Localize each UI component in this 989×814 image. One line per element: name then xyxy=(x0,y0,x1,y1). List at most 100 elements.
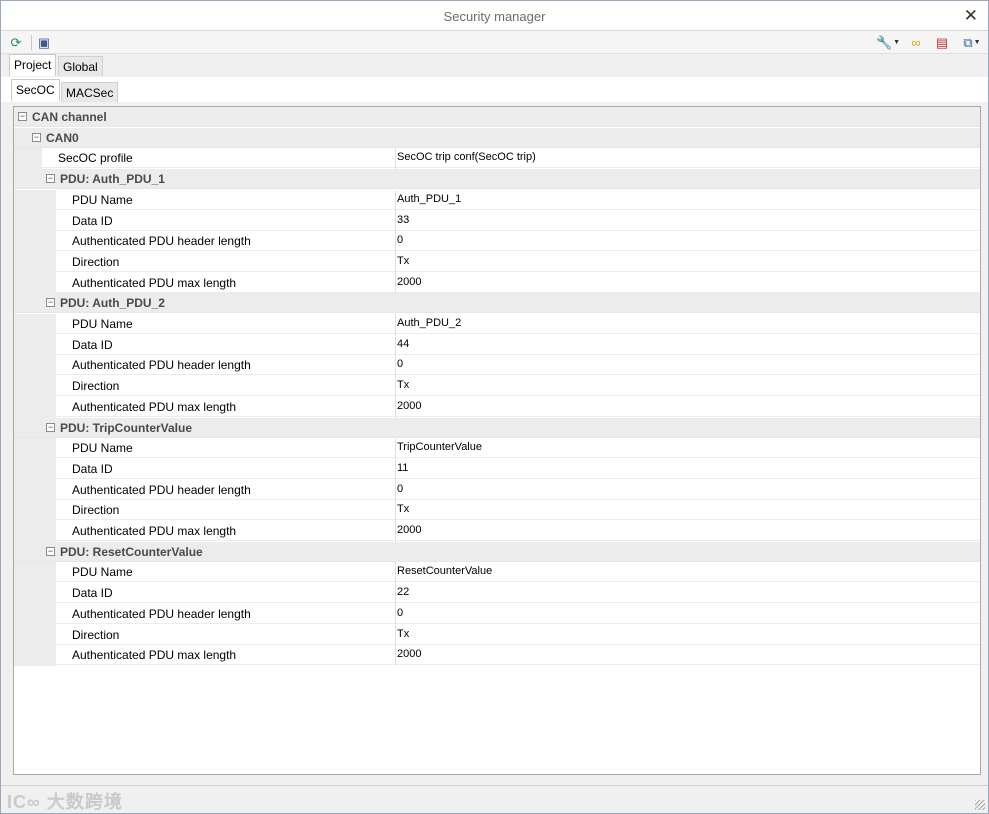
property-row[interactable]: Authenticated PDU header length 0 xyxy=(14,231,980,253)
property-row[interactable]: PDU Name ResetCounterValue xyxy=(14,562,980,584)
property-value[interactable]: Tx xyxy=(397,628,409,640)
property-row[interactable]: Data ID 22 xyxy=(14,583,980,605)
property-value[interactable]: Auth_PDU_2 xyxy=(397,317,461,329)
property-row[interactable]: Authenticated PDU max length 2000 xyxy=(14,521,980,542)
tree-node-can-channel: − CAN channel xyxy=(14,107,980,127)
property-row[interactable]: PDU Name Auth_PDU_1 xyxy=(14,189,980,211)
tree-node-pdu-label: PDU: ResetCounterValue xyxy=(60,544,203,559)
property-value[interactable]: 2000 xyxy=(397,400,421,412)
property-value[interactable]: 0 xyxy=(397,607,403,619)
property-value[interactable]: Tx xyxy=(397,379,409,391)
property-value[interactable]: 2000 xyxy=(397,648,421,660)
property-value[interactable]: 2000 xyxy=(397,524,421,536)
tree-node-can0-label: CAN0 xyxy=(46,130,79,145)
collapse-toggle-icon[interactable]: − xyxy=(46,174,55,184)
property-name: Data ID xyxy=(72,213,113,228)
column-divider xyxy=(395,148,396,170)
property-row[interactable]: Direction Tx xyxy=(14,251,980,273)
property-name: Direction xyxy=(72,379,120,394)
column-divider xyxy=(395,458,396,480)
window-title: Security manager xyxy=(443,9,546,24)
column-divider xyxy=(395,603,396,625)
select-icon[interactable]: ▣ xyxy=(35,34,53,51)
property-value[interactable]: 0 xyxy=(397,234,403,246)
tab-project[interactable]: Project xyxy=(9,54,57,76)
property-row[interactable]: Authenticated PDU header length 0 xyxy=(14,355,980,377)
tab-macsec[interactable]: MACSec xyxy=(61,82,119,102)
indent-gutter xyxy=(14,314,56,335)
property-row[interactable]: Authenticated PDU header length 0 xyxy=(14,603,980,625)
property-value[interactable]: Tx xyxy=(397,255,409,267)
property-row[interactable]: Data ID 33 xyxy=(14,210,980,232)
indent-gutter xyxy=(14,376,56,398)
property-row[interactable]: Data ID 11 xyxy=(14,458,980,480)
property-name: Authenticated PDU header length xyxy=(72,358,251,373)
collapse-toggle-icon[interactable]: − xyxy=(32,132,41,142)
property-row[interactable]: Authenticated PDU max length 2000 xyxy=(14,396,980,418)
column-divider xyxy=(395,438,396,460)
refresh-icon[interactable]: ⟳ xyxy=(7,34,25,51)
top-tab-strip: Project Global xyxy=(1,54,988,76)
close-icon[interactable]: ✕ xyxy=(964,6,978,26)
property-value[interactable]: 22 xyxy=(397,586,409,598)
tab-global[interactable]: Global xyxy=(58,56,103,76)
indent-gutter xyxy=(14,562,56,584)
column-divider xyxy=(395,500,396,522)
tab-secoc[interactable]: SecOC xyxy=(11,79,60,101)
chevron-down-icon: ▼ xyxy=(893,39,901,46)
property-value[interactable]: 33 xyxy=(397,214,409,226)
property-value[interactable]: Auth_PDU_1 xyxy=(397,193,461,205)
tree-node-can-channel-label: CAN channel xyxy=(32,110,107,124)
resize-grip-icon[interactable] xyxy=(975,800,985,810)
tree-node-can0: − CAN0 xyxy=(14,127,980,148)
property-row[interactable]: Authenticated PDU max length 2000 xyxy=(14,645,980,667)
property-row[interactable]: Authenticated PDU max length 2000 xyxy=(14,272,980,294)
delete-icon[interactable]: ▤ xyxy=(933,34,951,51)
property-value[interactable]: 2000 xyxy=(397,276,421,288)
indent-gutter xyxy=(14,603,56,625)
property-row[interactable]: Direction Tx xyxy=(14,624,980,646)
property-row[interactable]: Authenticated PDU header length 0 xyxy=(14,479,980,501)
property-name: PDU Name xyxy=(72,192,133,207)
property-value[interactable]: 11 xyxy=(397,462,408,474)
collapse-toggle-icon[interactable]: − xyxy=(46,422,55,432)
property-row[interactable]: Data ID 44 xyxy=(14,334,980,356)
property-name: Direction xyxy=(72,627,120,642)
collapse-toggle-icon[interactable]: − xyxy=(46,298,55,308)
column-divider xyxy=(395,376,396,398)
column-divider xyxy=(395,624,396,646)
toolbar: ⟳ ▣ 🔧 ▼ ∞ ▤ ⧉ ▼ xyxy=(1,31,988,54)
link-icon[interactable]: ∞ xyxy=(907,34,925,51)
indent-gutter xyxy=(14,583,56,605)
property-value[interactable]: ResetCounterValue xyxy=(397,565,492,577)
indent-gutter xyxy=(14,210,56,232)
property-row[interactable]: PDU Name Auth_PDU_2 xyxy=(14,314,980,335)
wrench-icon[interactable]: 🔧 ▼ xyxy=(875,34,901,51)
property-name: Direction xyxy=(72,254,120,269)
property-tree: − CAN channel − CAN0 SecOC profile SecOC trip… xyxy=(13,106,981,775)
property-name: SecOC profile xyxy=(58,151,133,166)
property-name: Authenticated PDU header length xyxy=(72,482,251,497)
export-icon[interactable]: ⧉ ▼ xyxy=(959,34,985,51)
property-value[interactable]: 0 xyxy=(397,358,403,370)
property-value[interactable]: Tx xyxy=(397,503,409,515)
tree-node-pdu-label: PDU: Auth_PDU_2 xyxy=(60,296,165,311)
property-name: Authenticated PDU max length xyxy=(72,275,237,290)
property-row[interactable]: PDU Name TripCounterValue xyxy=(14,438,980,460)
property-value[interactable]: SecOC trip conf(SecOC trip) xyxy=(397,151,536,163)
indent-gutter xyxy=(14,645,56,667)
property-value[interactable]: 44 xyxy=(397,338,409,350)
collapse-toggle-icon[interactable]: − xyxy=(18,112,27,121)
property-row[interactable]: Direction Tx xyxy=(14,500,980,522)
property-value[interactable]: TripCounterValue xyxy=(397,441,482,453)
indent-gutter xyxy=(14,272,56,294)
property-name: PDU Name xyxy=(72,565,133,580)
sub-tab-strip: SecOC MACSec xyxy=(1,77,988,102)
property-row[interactable]: SecOC profile SecOC trip conf(SecOC trip) xyxy=(14,148,980,170)
property-value[interactable]: 0 xyxy=(397,483,403,495)
watermark-logo: IC∞ 大数跨境 xyxy=(7,792,123,812)
property-name: Authenticated PDU max length xyxy=(72,524,237,538)
indent-gutter xyxy=(14,355,56,377)
property-row[interactable]: Direction Tx xyxy=(14,376,980,398)
collapse-toggle-icon[interactable]: − xyxy=(46,546,55,556)
